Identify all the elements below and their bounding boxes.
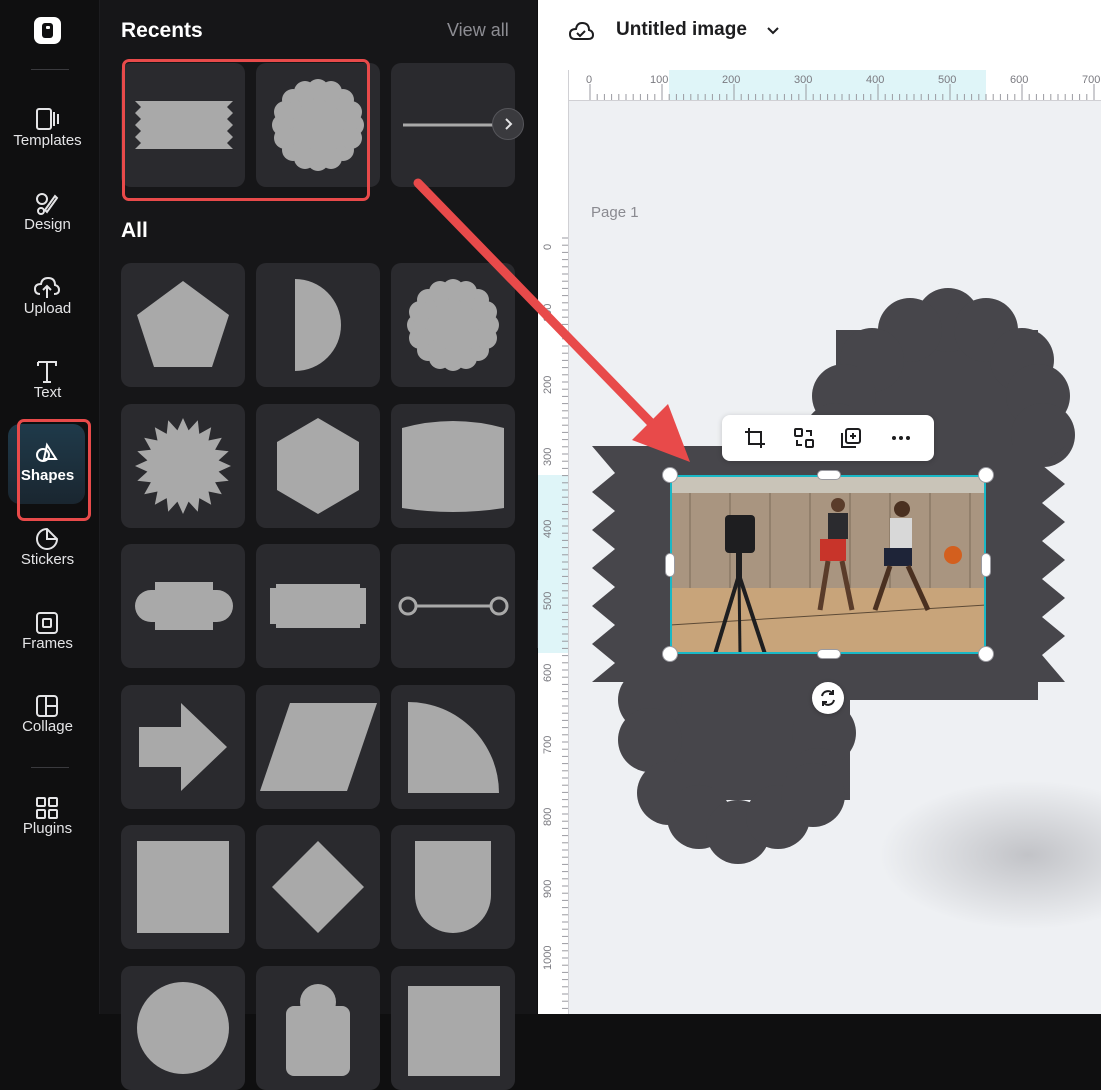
sidebar-item-label: Text [33, 384, 62, 401]
shape-quarter-circle[interactable] [391, 685, 515, 809]
parallelogram-shape [260, 703, 377, 791]
sidebar-item-label: Plugins [22, 820, 73, 837]
scroll-right-button[interactable] [492, 108, 524, 140]
sidebar-item-label: Collage [22, 718, 73, 735]
shape-square[interactable] [121, 825, 245, 949]
arch-shape [415, 841, 491, 933]
crop-icon[interactable] [740, 423, 770, 453]
half-circle-shape [295, 279, 341, 371]
shape-starburst[interactable] [121, 404, 245, 528]
rotate-icon [821, 690, 835, 706]
shape-cross-puzzle[interactable] [256, 966, 380, 1090]
hexagon-shape [277, 418, 359, 514]
resize-handle-top[interactable] [817, 470, 841, 480]
sidebar-item-label: Design [24, 216, 71, 233]
shape-circle[interactable] [121, 966, 245, 1090]
shape-connector-line[interactable] [391, 544, 515, 668]
arrow-shape [139, 703, 227, 791]
sidebar-item-stickers[interactable]: Stickers [0, 525, 95, 595]
recents-highlight-box [122, 59, 370, 201]
shape-arrow[interactable] [121, 685, 245, 809]
selection-frame [670, 475, 986, 654]
design-icon [33, 190, 61, 218]
sidebar-item-label: Upload [23, 300, 72, 317]
concave-banner-shape [402, 421, 504, 512]
sidebar-item-design[interactable]: Design [0, 190, 95, 260]
upload-icon [33, 274, 61, 302]
rail-divider [31, 767, 69, 768]
text-icon [33, 358, 61, 386]
chevron-right-icon [505, 118, 513, 130]
sidebar-item-label: Templates [13, 132, 82, 149]
cross-puzzle-shape [286, 984, 350, 1076]
sidebar-item-plugins[interactable]: Plugins [0, 794, 95, 864]
scalloped-circle-shape [407, 279, 499, 371]
shapes-nav-highlight-box [17, 419, 91, 521]
shapes-panel: Recents View all All [100, 0, 537, 1090]
resize-handle-top-right[interactable] [978, 467, 994, 483]
replace-icon[interactable] [789, 423, 819, 453]
sidebar-item-label: Frames [22, 635, 73, 652]
recents-heading: Recents [121, 19, 203, 42]
shape-parallelogram[interactable] [256, 685, 380, 809]
rectangle-shape [408, 986, 500, 1076]
rail-divider [31, 69, 69, 70]
diamond-shape [272, 841, 364, 933]
notched-rectangle-shape [270, 584, 366, 628]
sidebar-item-upload[interactable]: Upload [0, 274, 95, 344]
shape-rounded-ticket[interactable] [121, 544, 245, 668]
more-icon[interactable] [886, 423, 916, 453]
resize-handle-bottom-right[interactable] [978, 646, 994, 662]
rotate-button[interactable] [812, 682, 844, 714]
resize-handle-bottom[interactable] [817, 649, 841, 659]
starburst-shape [135, 418, 231, 514]
duplicate-icon[interactable] [836, 423, 866, 453]
frames-icon [33, 609, 61, 637]
sidebar-item-text[interactable]: Text [0, 358, 95, 428]
plugins-icon [33, 794, 61, 822]
stickers-icon [33, 525, 61, 553]
sidebar-item-frames[interactable]: Frames [0, 609, 95, 679]
shape-half-circle[interactable] [256, 263, 380, 387]
shape-pentagon[interactable] [121, 263, 245, 387]
connector-line-shape [398, 596, 509, 616]
collage-icon [33, 692, 61, 720]
sidebar-item-label: Stickers [20, 551, 75, 568]
circle-shape [137, 982, 229, 1074]
resize-handle-bottom-left[interactable] [662, 646, 678, 662]
canvas-area: Untitled image 0 100 200 300 400 500 600… [538, 0, 1101, 1014]
sidebar-item-collage[interactable]: Collage [0, 692, 95, 762]
resize-handle-top-left[interactable] [662, 467, 678, 483]
shape-arch[interactable] [391, 825, 515, 949]
shape-diamond[interactable] [256, 825, 380, 949]
templates-icon [33, 106, 61, 134]
resize-handle-right[interactable] [981, 553, 991, 577]
square-shape [137, 841, 229, 933]
shape-notched-rectangle[interactable] [256, 544, 380, 668]
sidebar-item-templates[interactable]: Templates [0, 106, 95, 176]
floating-toolbar [722, 415, 934, 461]
app-logo[interactable] [34, 17, 61, 44]
shape-rectangle[interactable] [391, 966, 515, 1090]
shape-concave-banner[interactable] [391, 404, 515, 528]
view-all-link[interactable]: View all [447, 20, 509, 41]
shape-scalloped-circle[interactable] [391, 263, 515, 387]
rounded-ticket-shape [135, 582, 233, 630]
resize-handle-left[interactable] [665, 553, 675, 577]
quarter-circle-shape [408, 702, 499, 793]
all-heading: All [121, 219, 148, 242]
pentagon-shape [137, 281, 229, 367]
shape-hexagon[interactable] [256, 404, 380, 528]
